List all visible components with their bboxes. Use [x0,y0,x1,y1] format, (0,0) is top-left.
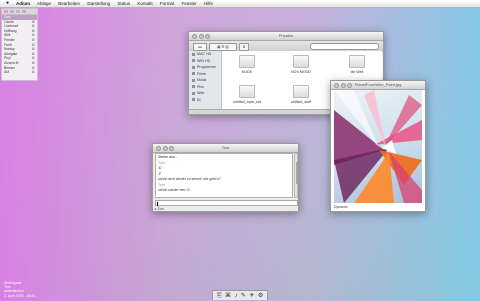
close-button[interactable] [156,146,161,151]
chat-tab[interactable]: ▸ Tom [155,207,164,212]
chat-window: Tom Stefan aka... Tom :D :P schön dich w… [152,143,299,212]
finder-sidebar: MAC HD WIN HD Programme Filme Musik Pics… [189,51,222,113]
disk-icon [192,52,195,56]
disk-icon [192,59,195,63]
toolbar-button-1[interactable] [4,9,8,13]
view-mode-buttons[interactable]: ▦ ☰ ▥ [209,43,237,51]
abstract-artwork-image [334,90,422,203]
downloads-icon [192,98,195,102]
toolbar-button-3[interactable] [16,9,20,13]
web-icon [192,91,195,95]
folder-item[interactable]: NO's MOOD [284,55,318,74]
itunes-dock-icon[interactable]: ♪ [234,291,237,301]
folder-item[interactable]: die Welt [340,55,374,74]
toolbar-button-4[interactable] [22,9,26,13]
folder-item[interactable]: NODE [230,55,264,74]
minimize-button[interactable] [162,146,168,151]
chat-title: Tom [221,145,230,150]
menu-kontakt[interactable]: Kontakt [137,1,152,6]
message-sender: Tom [158,160,165,165]
chat-scrollbar[interactable] [294,153,298,198]
zoom-button[interactable] [347,83,352,88]
message-text: schön wieder hier :D [158,188,190,192]
folder-item[interactable]: untitled_stuff [284,85,318,104]
contact-row[interactable]: AM ⌘ [2,70,37,75]
toolbar-button-2[interactable] [10,9,14,13]
pictures-icon [192,85,195,89]
folder-item[interactable]: untitled_topic_set [230,85,264,104]
menu-adium[interactable]: Adium [16,1,30,6]
menu-status[interactable]: Status [117,1,130,6]
image-preview-window: PlanetFromWire_Paint.jpg Dynamic [330,80,426,212]
zoom-button[interactable] [205,34,210,39]
menu-darstellung[interactable]: Darstellung [87,1,110,6]
music-icon [192,78,195,82]
chat-log: Stefan aka... Tom :D :P schön dich wiede… [155,153,293,198]
artwork-svg [334,90,422,203]
zoom-button[interactable] [169,146,174,151]
message-text: schön dich wieder zu sehen! wie geht's? [158,177,221,181]
action-button[interactable]: ⚙ [239,43,249,51]
finder-dock-icon[interactable]: 🖹 [217,291,222,301]
preview-title: PlanetFromWire_Paint.jpg [354,82,402,87]
message-input[interactable] [155,200,298,206]
menu-fenster[interactable]: Fenster [181,1,196,6]
folder-icon [293,55,309,68]
preview-titlebar[interactable]: PlanetFromWire_Paint.jpg [331,81,425,90]
contact-list-panel: Tom Cache ⌘ Lionhead ⌘ Hofflang ⌘ Wilk ⌘ Fen… [1,8,38,81]
menu-bearbeiten[interactable]: Bearbeiten [58,1,80,6]
movies-icon [192,72,195,76]
message-text: :D [158,166,162,170]
mail-dock-icon[interactable]: ✈ [249,291,254,301]
folder-icon [239,85,255,98]
minimize-button[interactable] [340,83,346,88]
message-sender: Tom [158,182,165,187]
preview-caption: Dynamic [334,205,348,209]
finder-title: Privates [278,33,294,38]
applications-icon [192,65,195,69]
back-forward-button[interactable]: ◂ ▸ [193,43,207,51]
menu-ablage[interactable]: Ablage [37,1,51,6]
dock: 🖹 ⌘ ♪ ✎ ✈ ⚙ [212,290,268,300]
text-cursor [157,202,158,206]
contact-list-toolbar [2,9,37,15]
settings-dock-icon[interactable]: ⚙ [258,291,263,301]
folder-icon [239,55,255,68]
menu-hilfe[interactable]: Hilfe [204,1,213,6]
search-input[interactable] [310,43,379,50]
terminal-dock-icon[interactable]: ⌘ [225,291,231,301]
editor-dock-icon[interactable]: ✎ [241,291,246,301]
menu-items: Adium Ablage Bearbeiten Darstellung Stat… [16,0,219,7]
folder-icon [349,55,365,68]
menu-format[interactable]: Format [160,1,174,6]
close-button[interactable] [192,34,197,39]
desktop-info: Workspace Tom antireflection 2. April 20… [4,281,35,298]
sidebar-item-dl[interactable]: Dl [189,97,221,104]
finder-titlebar[interactable]: Privates [189,32,383,41]
folder-icon [293,85,309,98]
chat-header: Stefan aka... [158,155,178,159]
chat-titlebar[interactable]: Tom [153,144,298,153]
scroll-thumb[interactable] [295,162,298,184]
close-button[interactable] [334,83,339,88]
menu-bar: ● Adium Ablage Bearbeiten Darstellung St… [0,0,480,8]
apple-menu-icon[interactable]: ● [6,0,9,7]
minimize-button[interactable] [198,34,204,39]
message-text: :P [158,171,162,176]
info-line: 2. April 2009 - 18:41 [4,293,36,298]
